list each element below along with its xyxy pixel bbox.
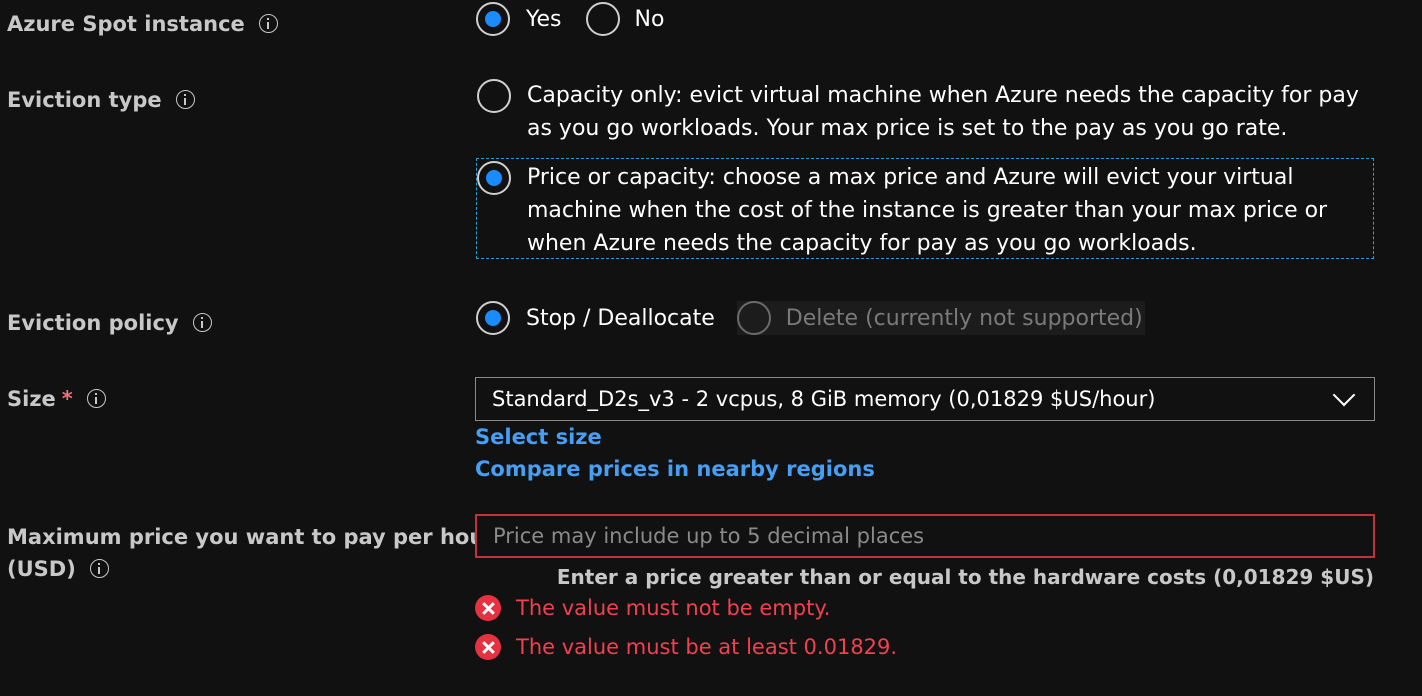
spot-yes-label[interactable]: Yes: [526, 3, 562, 36]
info-icon[interactable]: [192, 312, 212, 332]
required-asterisk: *: [61, 387, 73, 411]
error-icon: [475, 634, 501, 660]
eviction-price-label[interactable]: Price or capacity: choose a max price an…: [527, 161, 1365, 260]
error-message-empty: The value must not be empty.: [475, 595, 830, 621]
spot-instance-radio-group: Yes No: [476, 2, 664, 36]
spot-instance-label-text: Azure Spot instance: [7, 12, 245, 36]
error-icon: [475, 595, 501, 621]
error-text: The value must not be empty.: [516, 596, 831, 620]
info-icon[interactable]: [89, 558, 109, 578]
eviction-policy-radio-group: Stop / Deallocate Delete (currently not …: [476, 301, 1145, 335]
error-message-minimum: The value must be at least 0.01829.: [475, 634, 897, 660]
eviction-type-label-text: Eviction type: [7, 88, 162, 112]
spot-no-label[interactable]: No: [635, 3, 665, 36]
eviction-capacity-radio[interactable]: [477, 79, 511, 113]
info-icon[interactable]: [175, 89, 195, 109]
vm-spot-settings-form: Azure Spot instance Yes No Eviction type…: [0, 0, 1422, 696]
delete-radio: [736, 301, 771, 335]
delete-label: Delete (currently not supported): [785, 305, 1143, 331]
eviction-policy-label-text: Eviction policy: [7, 311, 179, 335]
max-price-label-line2: (USD): [7, 553, 109, 585]
eviction-type-capacity-option[interactable]: Capacity only: evict virtual machine whe…: [476, 79, 1374, 145]
eviction-price-radio[interactable]: [477, 161, 511, 195]
spot-instance-label: Azure Spot instance: [7, 8, 278, 40]
max-price-label-line2-text: (USD): [7, 557, 76, 581]
size-dropdown[interactable]: Standard_D2s_v3 - 2 vcpus, 8 GiB memory …: [475, 377, 1375, 421]
info-icon[interactable]: [86, 388, 106, 408]
size-dropdown-value: Standard_D2s_v3 - 2 vcpus, 8 GiB memory …: [492, 387, 1156, 411]
size-label-text: Size: [7, 387, 56, 411]
spot-no-radio[interactable]: [585, 2, 620, 36]
spot-yes-radio[interactable]: [476, 2, 510, 36]
info-icon[interactable]: [258, 13, 278, 33]
compare-prices-link[interactable]: Compare prices in nearby regions: [475, 457, 875, 481]
eviction-capacity-label[interactable]: Capacity only: evict virtual machine whe…: [527, 79, 1364, 145]
size-label: Size *: [7, 383, 106, 415]
eviction-type-price-option[interactable]: Price or capacity: choose a max price an…: [476, 158, 1374, 259]
chevron-down-icon: [1332, 383, 1356, 407]
max-price-hint: Enter a price greater than or equal to t…: [556, 565, 1374, 589]
eviction-policy-label: Eviction policy: [7, 307, 212, 339]
stop-deallocate-label[interactable]: Stop / Deallocate: [526, 302, 715, 335]
select-size-link[interactable]: Select size: [475, 425, 602, 449]
max-price-label-line1: Maximum price you want to pay per hour: [7, 525, 495, 549]
delete-option-disabled: Delete (currently not supported): [736, 301, 1145, 335]
stop-deallocate-radio[interactable]: [476, 301, 510, 335]
max-price-input[interactable]: [475, 514, 1375, 558]
eviction-type-label: Eviction type: [7, 84, 195, 116]
error-text: The value must be at least 0.01829.: [516, 635, 898, 659]
